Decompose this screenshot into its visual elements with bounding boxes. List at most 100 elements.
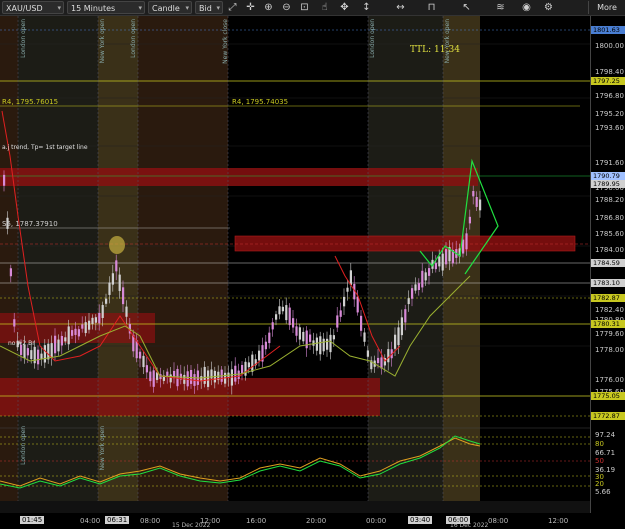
time-label: 04:00 xyxy=(80,517,101,525)
candle-body xyxy=(94,317,97,323)
candle-body xyxy=(13,319,16,327)
chevron-down-icon: ▾ xyxy=(138,4,142,12)
candle-body xyxy=(98,313,101,324)
candle-body xyxy=(343,296,346,307)
candle-body xyxy=(247,362,250,368)
price-chart[interactable] xyxy=(0,16,590,513)
price-label: 1795.20 xyxy=(595,110,624,118)
candle-body xyxy=(142,355,145,368)
time-label: 00:00 xyxy=(366,517,387,525)
eye-icon[interactable]: ◉ xyxy=(520,1,533,14)
candle-body xyxy=(329,334,332,353)
price-axis[interactable]: 1800.00 1798.40 1796.80 1795.20 1793.60 … xyxy=(590,16,625,513)
price-tag: 1783.10 xyxy=(591,279,625,287)
candle-body xyxy=(145,365,148,373)
candle-body xyxy=(101,305,104,318)
candle-body xyxy=(149,371,152,382)
time-label: 20:00 xyxy=(306,517,327,525)
price-tag: 1790.79 xyxy=(591,172,625,180)
session-label: London open xyxy=(130,19,137,58)
price-label: 1784.00 xyxy=(595,246,624,254)
symbol-select[interactable]: XAU/USD ▾ xyxy=(2,1,64,14)
expand-icon[interactable]: ⤢ xyxy=(226,1,239,14)
measure-icon[interactable]: ✥ xyxy=(338,1,351,14)
candle-body xyxy=(332,335,335,340)
candle-body xyxy=(309,334,312,342)
osc-label: 50 xyxy=(595,457,604,465)
session-label: New York open xyxy=(99,19,106,64)
candle-body xyxy=(43,345,46,363)
more-button[interactable]: More xyxy=(588,1,625,14)
price-tag: 1780.31 xyxy=(591,320,625,328)
zone-upper xyxy=(0,168,478,186)
candle-body xyxy=(40,353,43,359)
ttl-label: TTL: 11:34 xyxy=(410,45,460,55)
time-axis-strip xyxy=(0,501,590,513)
price-label: 1782.40 xyxy=(595,306,624,314)
horizontal-arrows-icon[interactable]: ↔ xyxy=(394,1,407,14)
session-label: New York open xyxy=(99,426,106,471)
osc-label: 80 xyxy=(595,440,604,448)
candle-body xyxy=(472,191,475,197)
chart-area[interactable]: TTL: 11:34 R4, 1795.76015 R4, 1795.74035… xyxy=(0,16,590,529)
candle-body xyxy=(139,351,142,359)
chart-type-select[interactable]: Candle ▾ xyxy=(148,1,192,14)
session-label: London open xyxy=(20,426,27,465)
candle-body xyxy=(421,270,424,288)
time-label: 16:00 xyxy=(246,517,267,525)
layers-icon[interactable]: ≋ xyxy=(494,1,507,14)
arrow-cursor-icon[interactable]: ↖ xyxy=(460,1,473,14)
timeframe-select[interactable]: 15 Minutes ▾ xyxy=(67,1,145,14)
price-label: 1786.80 xyxy=(595,214,624,222)
price-tag: 1784.59 xyxy=(591,259,625,267)
candle-body xyxy=(176,368,179,387)
candle-body xyxy=(271,322,274,330)
magnet-icon[interactable]: ⊓ xyxy=(425,1,438,14)
crosshair-icon[interactable]: ✛ xyxy=(244,1,257,14)
candle-body xyxy=(118,274,121,292)
candle-body xyxy=(428,268,431,276)
candle-body xyxy=(77,329,80,337)
candle-body xyxy=(407,298,410,305)
price-tag: 1789.95 xyxy=(591,180,625,188)
osc-label: 97.24 xyxy=(595,431,616,439)
candle-body xyxy=(67,326,70,345)
time-box: 03:40 xyxy=(408,516,433,524)
candle-body xyxy=(295,326,298,336)
candle-body xyxy=(241,365,244,374)
session-label: London open xyxy=(369,19,376,58)
price-side-select[interactable]: Bid ▾ xyxy=(195,1,223,14)
price-label: 1785.60 xyxy=(595,230,624,238)
candle-body xyxy=(258,350,261,361)
candle-body xyxy=(234,365,237,382)
session-label: New York open xyxy=(444,19,451,64)
candle-body xyxy=(169,374,172,383)
candle-body xyxy=(315,337,318,351)
candle-body xyxy=(9,268,12,277)
candle-body xyxy=(50,343,53,358)
candle-body xyxy=(322,338,325,352)
time-box: 06:31 xyxy=(105,516,130,524)
zoom-out-icon[interactable]: ⊖ xyxy=(280,1,293,14)
candle-body xyxy=(360,315,363,331)
candle-body xyxy=(71,330,74,336)
candle-body xyxy=(105,298,108,304)
candle-body xyxy=(363,332,366,342)
candle-body xyxy=(417,283,420,291)
candle-body xyxy=(411,288,414,299)
no-label: no #2 Br xyxy=(8,340,35,347)
gear-icon[interactable]: ⚙ xyxy=(542,1,555,14)
candle-body xyxy=(152,370,155,387)
zoom-in-icon[interactable]: ⊕ xyxy=(262,1,275,14)
osc-label: 5.66 xyxy=(595,488,611,496)
candle-body xyxy=(346,287,349,292)
fit-icon[interactable]: ⊡ xyxy=(298,1,311,14)
candle-body xyxy=(349,270,352,285)
osc-label: 20 xyxy=(595,480,604,488)
vertical-arrows-icon[interactable]: ↕ xyxy=(360,1,373,14)
session-shading xyxy=(0,16,480,513)
chart-type-value: Candle xyxy=(152,4,180,13)
timeframe-value: 15 Minutes xyxy=(71,4,116,13)
candle-body xyxy=(434,263,437,270)
pointer-icon[interactable]: ☝ xyxy=(318,1,331,14)
